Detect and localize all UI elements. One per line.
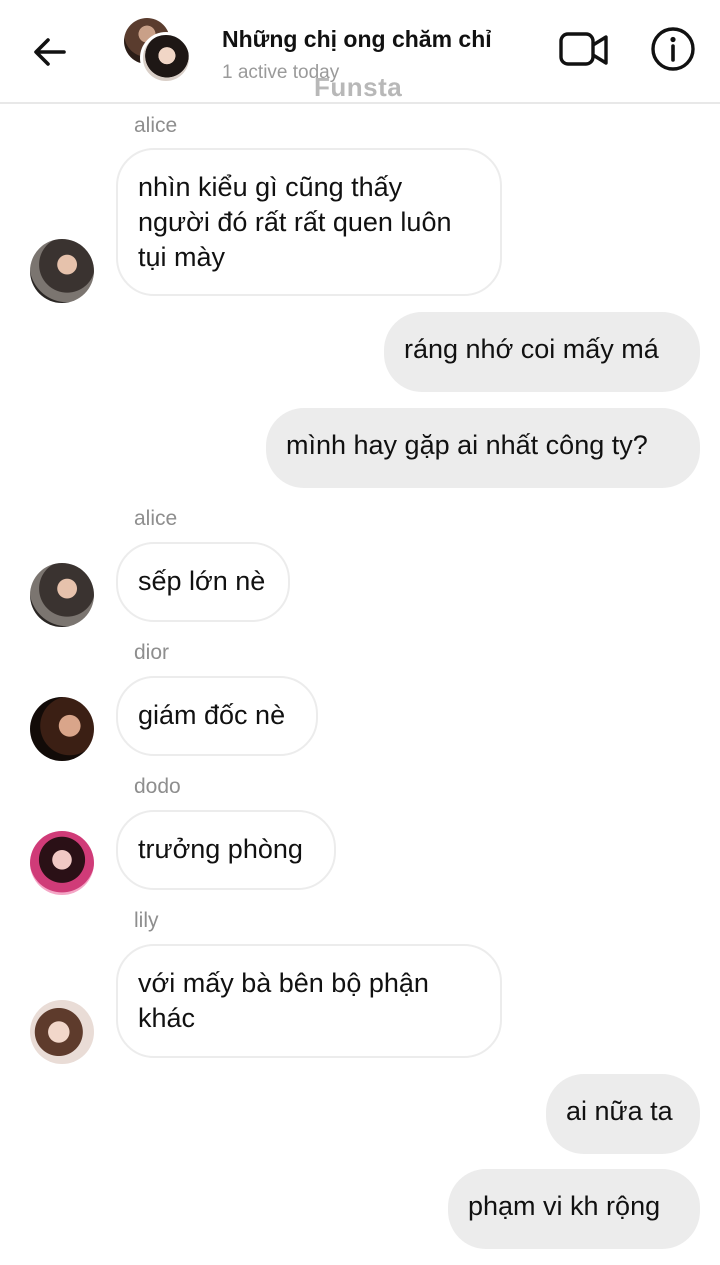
message-bubble[interactable]: sếp lớn nè <box>116 542 290 622</box>
message-text: trưởng phòng <box>138 834 303 864</box>
message-bubble[interactable]: giám đốc nè <box>116 676 318 756</box>
message-text: giám đốc nè <box>138 700 286 730</box>
chat-title[interactable]: Những chị ong chăm chỉ <box>222 26 492 53</box>
sender-name: dodo <box>134 775 181 798</box>
avatar[interactable] <box>30 563 94 627</box>
sender-name: dior <box>134 641 170 664</box>
message-text: với mấy bà bên bộ phận khác <box>138 968 429 1033</box>
video-call-button[interactable] <box>558 28 610 72</box>
sender-name: alice <box>134 114 178 137</box>
watermark: Funsta <box>314 72 403 102</box>
message-bubble[interactable]: ai nữa ta <box>546 1074 700 1154</box>
avatar[interactable] <box>30 697 94 761</box>
group-avatar[interactable] <box>124 18 192 84</box>
member-avatar <box>140 32 192 84</box>
avatar[interactable] <box>30 239 94 303</box>
info-icon <box>651 27 695 71</box>
message-text: sếp lớn nè <box>138 566 266 596</box>
message-text: nhìn kiểu gì cũng thấy người đó rất rất … <box>138 172 452 272</box>
sender-name: alice <box>134 507 178 530</box>
video-camera-icon <box>559 32 608 66</box>
message-bubble[interactable]: nhìn kiểu gì cũng thấy người đó rất rất … <box>116 148 502 296</box>
sender-name: lily <box>134 909 159 932</box>
message-text: ai nữa ta <box>566 1096 673 1126</box>
message-bubble[interactable]: ráng nhớ coi mấy má <box>384 312 700 392</box>
message-bubble[interactable]: phạm vi kh rộng <box>448 1169 700 1249</box>
arrow-left-icon <box>34 38 66 66</box>
message-bubble[interactable]: với mấy bà bên bộ phận khác <box>116 944 502 1058</box>
message-text: ráng nhớ coi mấy má <box>404 334 659 364</box>
back-button[interactable] <box>28 30 72 74</box>
info-button[interactable] <box>650 26 696 72</box>
message-text: mình hay gặp ai nhất công ty? <box>286 430 648 460</box>
chat-header: Những chị ong chăm chỉ 1 active today Fu… <box>0 0 720 104</box>
avatar[interactable] <box>30 1000 94 1064</box>
message-bubble[interactable]: trưởng phòng <box>116 810 336 890</box>
avatar[interactable] <box>30 831 94 895</box>
message-bubble[interactable]: mình hay gặp ai nhất công ty? <box>266 408 700 488</box>
message-text: phạm vi kh rộng <box>468 1191 661 1221</box>
